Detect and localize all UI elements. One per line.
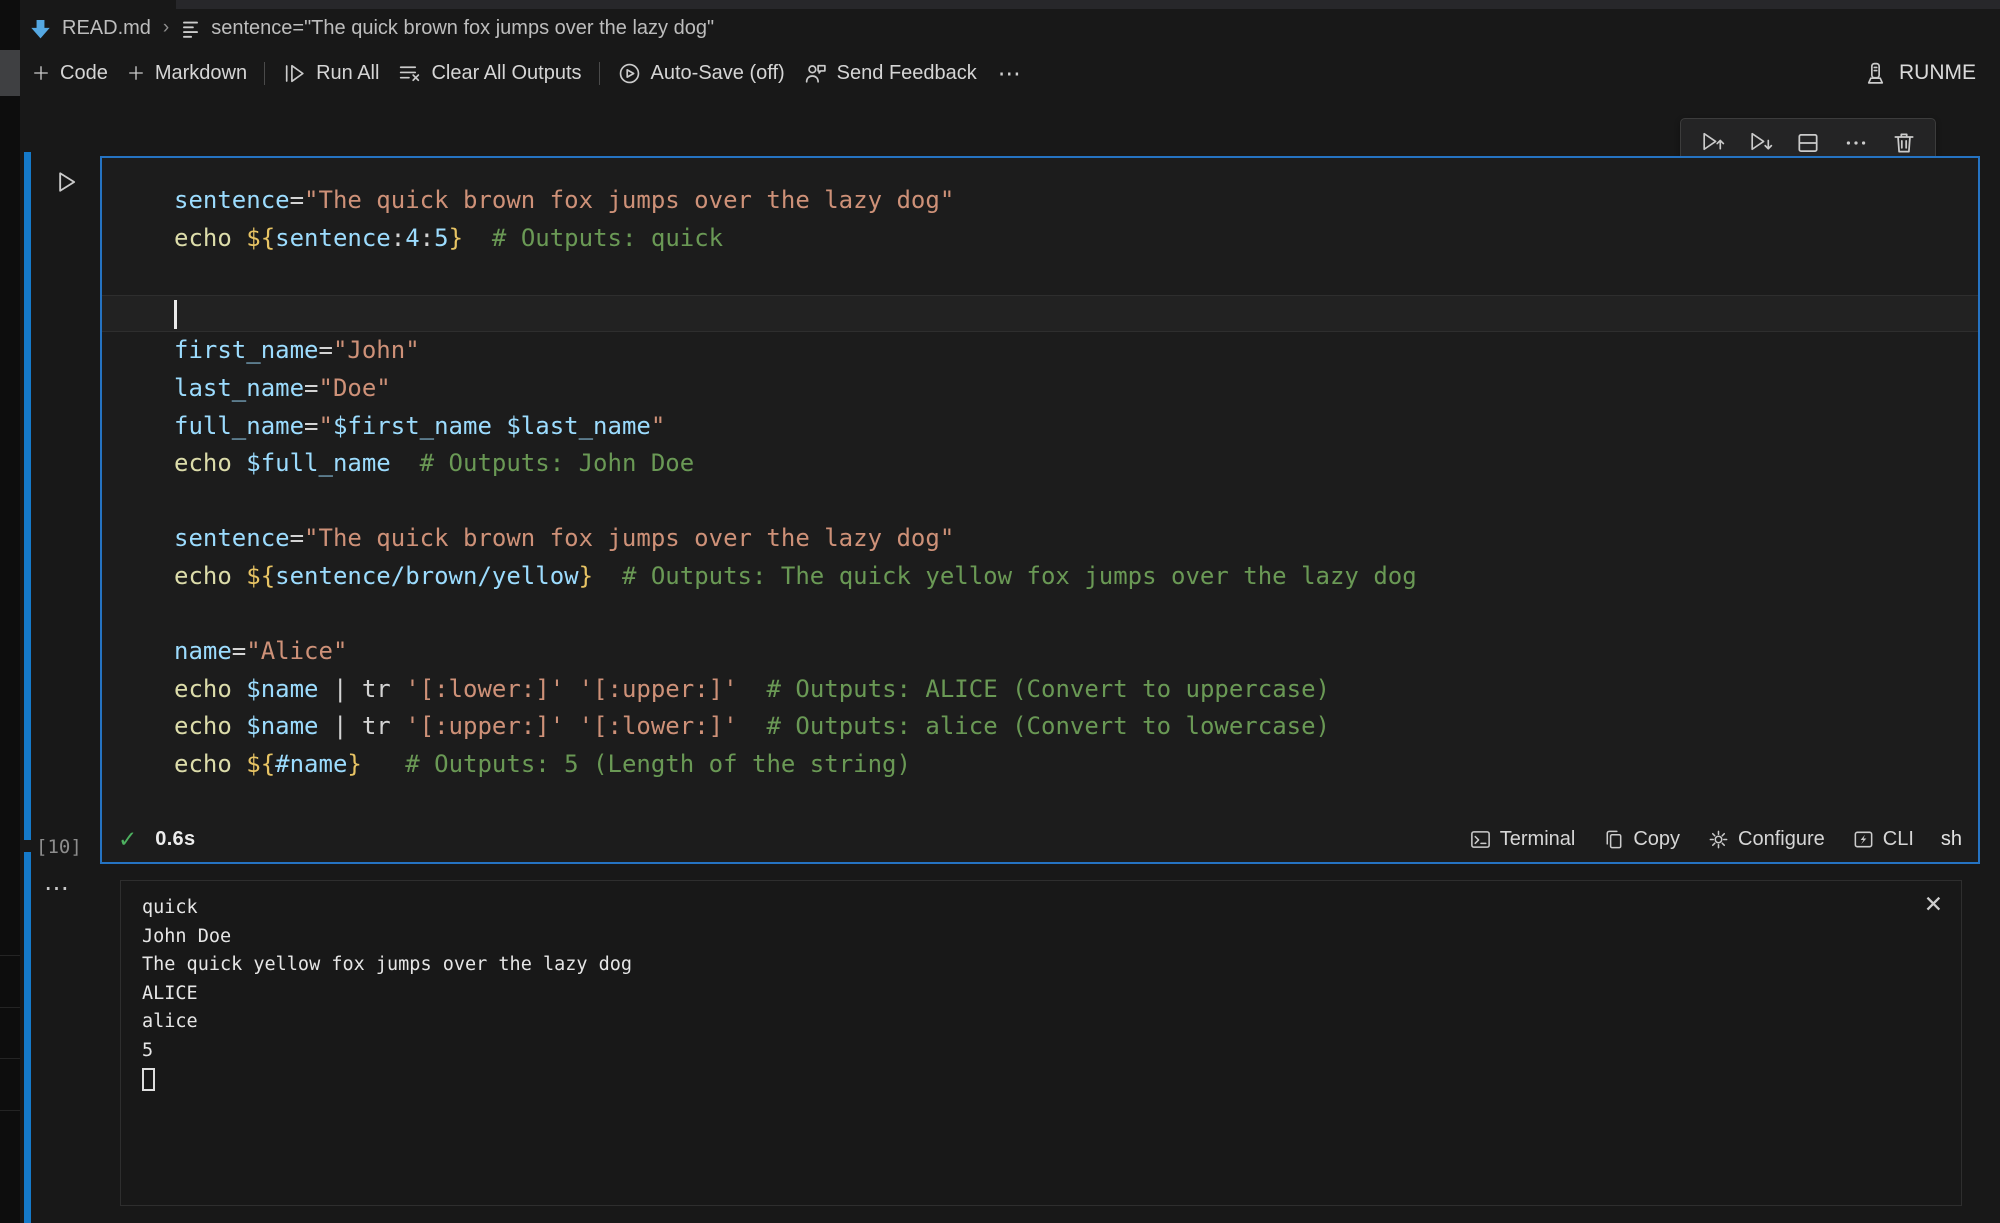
output-line: quick (142, 894, 632, 923)
text-cursor (174, 300, 177, 329)
plus-icon (31, 63, 51, 83)
breadcrumb-section[interactable]: sentence="The quick brown fox jumps over… (211, 17, 714, 40)
rail-divider (0, 1058, 20, 1059)
code-line[interactable]: sentence="The quick brown fox jumps over… (102, 520, 1978, 558)
clear-all-label: Clear All Outputs (431, 62, 581, 85)
output-line: 5 (142, 1037, 632, 1066)
notebook-toolbar: Code Markdown Run All Clear All Outputs … (22, 52, 1992, 94)
code-line[interactable]: echo ${#name} # Outputs: 5 (Length of th… (102, 746, 1978, 784)
play-circle-icon (617, 61, 642, 86)
feedback-person-icon (803, 61, 828, 86)
code-line[interactable] (102, 596, 1978, 634)
cli-icon (1852, 828, 1875, 851)
cli-button[interactable]: CLI (1852, 828, 1914, 851)
add-code-button[interactable]: Code (22, 57, 117, 90)
runme-label: RUNME (1899, 61, 1976, 85)
chevron-right-icon: › (162, 17, 170, 39)
clear-all-outputs-button[interactable]: Clear All Outputs (388, 56, 590, 91)
auto-save-label: Auto-Save (off) (651, 62, 785, 85)
code-line[interactable] (102, 483, 1978, 521)
code-line[interactable]: sentence="The quick brown fox jumps over… (102, 182, 1978, 220)
code-line[interactable]: first_name="John" (102, 332, 1978, 370)
code-line[interactable]: echo $name | tr '[:upper:]' '[:lower:]' … (102, 708, 1978, 746)
cell-output: quickJohn DoeThe quick yellow fox jumps … (120, 880, 1962, 1206)
copy-label: Copy (1633, 828, 1680, 851)
code-line[interactable]: name="Alice" (102, 633, 1978, 671)
scrollbar-thumb[interactable] (0, 50, 20, 96)
copy-icon (1602, 828, 1625, 851)
copy-button[interactable]: Copy (1602, 828, 1680, 851)
code-editor[interactable]: sentence="The quick brown fox jumps over… (102, 158, 1978, 816)
toolbar-separator (599, 62, 600, 85)
add-markdown-button[interactable]: Markdown (117, 57, 256, 90)
markdown-file-icon (30, 18, 51, 39)
output-focus-bar (24, 852, 31, 1223)
code-line[interactable]: echo ${sentence/brown/yellow} # Outputs:… (102, 558, 1978, 596)
terminal-icon (1469, 828, 1492, 851)
output-line: John Doe (142, 923, 632, 952)
code-line[interactable]: echo ${sentence:4:5} # Outputs: quick (102, 220, 1978, 258)
add-code-label: Code (60, 62, 108, 85)
terminal-output[interactable]: quickJohn DoeThe quick yellow fox jumps … (142, 894, 632, 1091)
code-line[interactable]: echo $name | tr '[:lower:]' '[:upper:]' … (102, 671, 1978, 709)
runme-brand: RUNME (1863, 61, 1992, 86)
cell-focus-bar (24, 152, 31, 840)
output-line: The quick yellow fox jumps over the lazy… (142, 951, 632, 980)
code-line[interactable]: full_name="$first_name $last_name" (102, 408, 1978, 446)
terminal-cursor (142, 1068, 155, 1091)
runme-logo-icon (1863, 61, 1888, 86)
run-all-label: Run All (316, 62, 379, 85)
configure-label: Configure (1738, 828, 1825, 851)
success-check-icon: ✓ (118, 828, 137, 851)
gear-icon (1707, 828, 1730, 851)
cell-status-bar: ✓ 0.6s Terminal Copy Config (102, 816, 1978, 862)
left-rail (0, 0, 20, 1223)
run-below-icon (1747, 129, 1774, 156)
terminal-label: Terminal (1500, 828, 1576, 851)
split-cell-icon (1795, 130, 1821, 156)
output-line: ALICE (142, 980, 632, 1009)
output-menu-button[interactable]: ⋯ (44, 876, 70, 901)
code-line[interactable]: last_name="Doe" (102, 370, 1978, 408)
trash-icon (1891, 130, 1917, 156)
rail-divider (0, 1007, 20, 1008)
send-feedback-label: Send Feedback (837, 62, 977, 85)
toolbar-more-button[interactable]: ⋯ (986, 60, 1035, 87)
run-cell-button[interactable] (52, 168, 80, 196)
editor-tab-strip (176, 0, 2000, 9)
execution-duration: 0.6s (155, 828, 195, 851)
code-cell: sentence="The quick brown fox jumps over… (100, 156, 1980, 864)
run-all-icon (282, 61, 307, 86)
rail-divider (0, 1110, 20, 1111)
add-markdown-label: Markdown (155, 62, 247, 85)
ellipsis-icon (1843, 130, 1869, 156)
code-line[interactable] (102, 257, 1978, 295)
terminal-button[interactable]: Terminal (1469, 828, 1576, 851)
close-icon[interactable]: ✕ (1924, 893, 1943, 916)
language-selector[interactable]: sh (1941, 828, 1962, 851)
toolbar-separator (264, 62, 265, 85)
symbol-list-icon (181, 19, 200, 38)
code-line[interactable] (102, 295, 1978, 333)
rail-divider (0, 955, 20, 956)
execution-count: [10] (36, 836, 82, 858)
auto-save-toggle[interactable]: Auto-Save (off) (608, 56, 794, 91)
cli-label: CLI (1883, 828, 1914, 851)
clear-outputs-icon (397, 61, 422, 86)
send-feedback-button[interactable]: Send Feedback (794, 56, 986, 91)
output-line: alice (142, 1008, 632, 1037)
code-line[interactable]: echo $full_name # Outputs: John Doe (102, 445, 1978, 483)
breadcrumb: READ.md › sentence="The quick brown fox … (30, 11, 714, 45)
configure-button[interactable]: Configure (1707, 828, 1825, 851)
run-above-icon (1699, 129, 1726, 156)
run-all-button[interactable]: Run All (273, 56, 388, 91)
play-icon (52, 168, 80, 196)
breadcrumb-file[interactable]: READ.md (62, 17, 151, 40)
plus-icon (126, 63, 146, 83)
